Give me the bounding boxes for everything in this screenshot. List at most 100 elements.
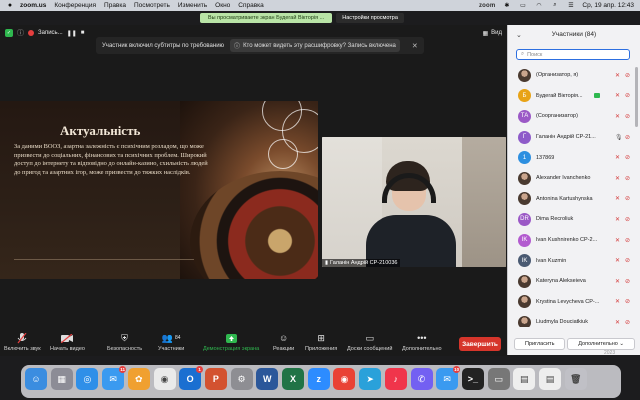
participants-button[interactable]: 👥 84 Участники <box>158 332 184 353</box>
more-button[interactable]: ••• Дополнительно <box>402 332 442 352</box>
control-center-icon[interactable]: ☰ <box>566 2 575 9</box>
video-off-icon[interactable]: ⊘ <box>625 298 630 305</box>
video-off-icon[interactable]: ⊘ <box>625 72 630 79</box>
view-options-button[interactable]: Настройки просмотра <box>336 13 404 23</box>
telegram-icon[interactable]: ➤ <box>359 368 382 390</box>
menubar-datetime[interactable]: Ср, 19 апр. 12:43 <box>582 2 634 9</box>
close-notice-icon[interactable]: ✕ <box>412 42 418 50</box>
chrome2-icon[interactable]: ◉ <box>333 368 356 390</box>
mic-muted-icon[interactable]: ✕ <box>615 195 620 202</box>
menu-view[interactable]: Посмотреть <box>134 2 170 9</box>
apple-icon[interactable]: ● <box>6 2 14 10</box>
participant-list-scrollbar[interactable] <box>635 67 638 127</box>
participant-row[interactable]: DR Dima Recroliuk ✕ ⊘ <box>508 209 636 230</box>
participant-row[interactable]: Antonina Kartushynska ✕ ⊘ <box>508 189 636 210</box>
photos-icon[interactable]: ✿ <box>127 368 150 390</box>
menu-help[interactable]: Справка <box>238 2 264 9</box>
video-off-icon[interactable]: ⊘ <box>625 195 630 202</box>
launchpad-icon[interactable]: ▦ <box>50 368 73 390</box>
collapse-panel-icon[interactable]: ⌄ <box>516 31 522 39</box>
participant-row[interactable]: Б Будегай Вікторія... ✕ ⊘ <box>508 86 636 107</box>
participant-row[interactable]: Kateryna Alekseieva ✕ ⊘ <box>508 271 636 292</box>
unmute-button[interactable]: Включить звук <box>4 332 41 352</box>
messages-icon[interactable]: ✉ 10 <box>436 366 461 390</box>
participant-search-input[interactable]: ⌕ Поиск <box>516 49 630 60</box>
mic-muted-icon[interactable]: ✕ <box>615 278 620 285</box>
whiteboard-button[interactable]: ▭ Доски сообщений <box>347 332 392 353</box>
share-screen-button[interactable]: Демонстрация экрана <box>203 332 259 352</box>
start-video-button[interactable]: Начать видео <box>50 332 85 352</box>
participant-row[interactable]: Alexander Ivanchenko ✕ ⊘ <box>508 168 636 189</box>
participant-row[interactable]: IK Ivan Kushnirenko СР-2... ✕ ⊘ <box>508 230 636 251</box>
video-off-icon[interactable]: ⊘ <box>625 92 630 99</box>
menu-conference[interactable]: Конференция <box>54 2 96 9</box>
mic-muted-icon[interactable]: ✕ <box>615 216 620 223</box>
pause-recording-icon[interactable]: ❚❚ <box>67 30 77 37</box>
speaker-video[interactable]: ▮ Галанін Андрій СР-210036 <box>322 137 506 267</box>
settings-icon[interactable]: ⚙ <box>230 368 253 390</box>
menu-edit[interactable]: Правка <box>104 2 126 9</box>
mic-muted-icon[interactable]: ✕ <box>615 319 620 326</box>
video-off-icon[interactable]: ⊘ <box>625 237 630 244</box>
music-icon[interactable]: ♪ <box>384 368 407 390</box>
video-off-icon[interactable]: ⊘ <box>625 134 630 141</box>
video-off-icon[interactable]: ⊘ <box>625 278 630 285</box>
participant-row[interactable]: 1 137869 ✕ ⊘ <box>508 147 636 168</box>
mic-muted-icon[interactable]: ✕ <box>615 113 620 120</box>
participant-row[interactable]: ТА (Соорганизатор) ✕ ⊘ <box>508 106 636 127</box>
video-off-icon[interactable]: ⊘ <box>625 216 630 223</box>
info-icon[interactable]: ⓘ <box>17 28 24 38</box>
mic-muted-icon[interactable]: ✕ <box>615 154 620 161</box>
mic-muted-icon[interactable]: ✕ <box>615 72 620 79</box>
transcript-visibility-link[interactable]: ⓘ Кто может видеть эту расшифровку? Запи… <box>230 39 400 52</box>
finder-icon[interactable]: ☺ <box>25 368 47 390</box>
mic-on-icon[interactable]: 🎙 <box>615 134 623 141</box>
mic-muted-icon[interactable]: ✕ <box>615 237 620 244</box>
mic-muted-icon[interactable]: ✕ <box>615 175 620 182</box>
participant-row[interactable]: (Организатор, я) ✕ ⊘ <box>508 65 636 86</box>
apps-button[interactable]: ⊞ Приложения <box>305 332 337 353</box>
spotlight-icon[interactable]: ⌕ <box>550 2 559 9</box>
menu-app-name[interactable]: zoom.us <box>20 2 46 9</box>
excel-icon[interactable]: X <box>282 368 304 390</box>
chrome-icon[interactable]: ◉ <box>153 368 176 390</box>
participant-row[interactable]: Krystina Levycheva СР-... ✕ ⊘ <box>508 292 636 313</box>
document-icon[interactable]: ▤ <box>513 368 536 390</box>
video-off-icon[interactable]: ⊘ <box>625 319 630 326</box>
word-icon[interactable]: W <box>256 368 279 390</box>
security-button[interactable]: ⛨ Безопасность <box>107 332 142 353</box>
safari-icon[interactable]: ◎ <box>76 368 99 390</box>
menu-change[interactable]: Изменить <box>178 2 207 9</box>
outlook-icon[interactable]: O1 <box>179 366 204 390</box>
video-off-icon[interactable]: ⊘ <box>625 113 630 120</box>
more-options-button[interactable]: Дополнительно ⌄ <box>567 338 635 350</box>
bluetooth-icon[interactable]: ✱ <box>502 2 511 9</box>
participant-row[interactable]: Г Галанін Андрій СР-21... 🎙 ⊘ <box>508 127 636 148</box>
stop-recording-icon[interactable]: ■ <box>81 30 85 36</box>
viber-icon[interactable]: ✆ <box>410 368 433 390</box>
view-button[interactable]: ▦ Вид <box>482 30 502 37</box>
mic-muted-icon[interactable]: ✕ <box>615 298 620 305</box>
security-shield-icon[interactable]: ✓ <box>5 29 13 37</box>
wifi-icon[interactable]: ◠ <box>534 2 543 9</box>
terminal-icon[interactable]: >_ <box>461 368 484 390</box>
screenshot-icon[interactable]: ▭ <box>487 368 510 390</box>
invite-button[interactable]: Пригласить <box>514 338 566 350</box>
participant-row[interactable]: IK Ivan Kuzmin ✕ ⊘ <box>508 250 636 271</box>
mic-muted-icon[interactable]: ✕ <box>615 92 620 99</box>
mail-icon[interactable]: ✉ 11 <box>102 366 127 390</box>
battery-icon[interactable]: ▭ <box>518 2 527 9</box>
zoom-icon[interactable]: z <box>307 368 330 390</box>
video-off-icon[interactable]: ⊘ <box>625 154 630 161</box>
participant-row[interactable]: Liudmyla Douciatkiuk ✕ ⊘ <box>508 312 636 327</box>
end-meeting-button[interactable]: Завершить <box>459 337 501 351</box>
menu-window[interactable]: Окно <box>215 2 230 9</box>
video-off-icon[interactable]: ⊘ <box>625 257 630 264</box>
reactions-button[interactable]: ☺ Реакции <box>273 332 294 352</box>
trash-icon[interactable]: 🗑 <box>564 368 587 390</box>
video-off-icon[interactable]: ⊘ <box>625 175 630 182</box>
document2-icon[interactable]: ▤ <box>539 368 561 390</box>
mic-muted-icon[interactable]: ✕ <box>615 257 620 264</box>
zoom-status-logo[interactable]: zoom <box>479 3 495 9</box>
powerpoint-icon[interactable]: P <box>204 368 227 390</box>
